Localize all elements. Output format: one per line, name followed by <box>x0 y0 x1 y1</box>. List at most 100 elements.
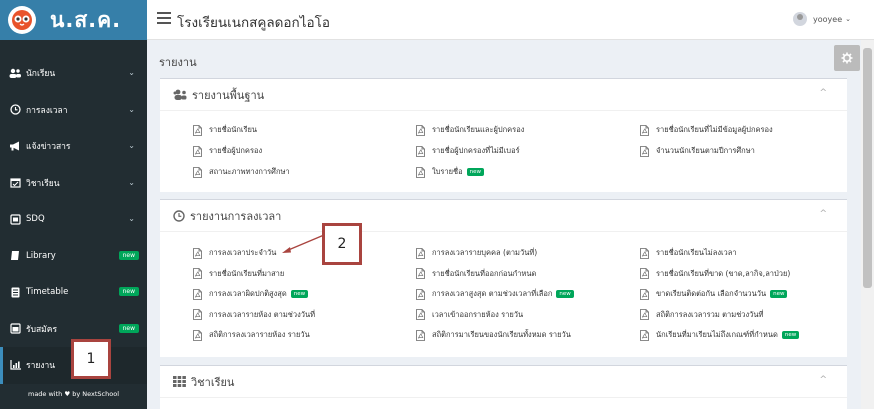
timetable-icon <box>9 286 21 298</box>
pdf-file-icon <box>193 124 202 136</box>
pdf-file-icon <box>640 309 649 320</box>
report-link-label: การลงเวลารายบุคคล (ตามวันที่) <box>432 248 538 257</box>
report-link[interactable]: จำนวนนักเรียนตามปีการศึกษา <box>640 145 755 157</box>
sidebar-item-label: แจ้งข่าวสาร <box>26 142 71 153</box>
sidebar-item-label: การลงเวลา <box>26 105 68 116</box>
page-title: รายงาน <box>159 56 197 69</box>
owl-logo-icon <box>8 6 36 34</box>
report-link-label: รายชื่อนักเรียนและผู้ปกครอง <box>432 125 525 134</box>
report-link[interactable]: ขาดเรียนติดต่อกัน เลือกจำนวนวัน new <box>640 288 788 300</box>
bullhorn-icon <box>9 140 21 152</box>
sidebar-item-subjects[interactable]: วิชาเรียน ⌄ <box>0 165 147 202</box>
collapse-icon[interactable]: ^ <box>819 375 827 385</box>
report-link[interactable]: รายชื่อผู้ปกครอง <box>193 145 262 157</box>
section-header[interactable]: รายงานการลงเวลา ^ <box>160 200 847 232</box>
report-link-label: รายชื่อนักเรียนไม่ลงเวลา <box>656 248 737 257</box>
sidebar-item-label: รายงาน <box>26 361 56 372</box>
collapse-icon[interactable]: ^ <box>819 209 827 219</box>
pdf-file-icon <box>640 288 649 300</box>
report-link-label: สถานะภาพทางการศึกษา <box>209 167 290 176</box>
report-link-label: การลงเวลาประจำวัน <box>209 248 277 257</box>
section-header[interactable]: รายงานพื้นฐาน ^ <box>160 79 847 111</box>
users-icon <box>173 89 187 100</box>
pdf-file-icon <box>416 309 425 320</box>
new-badge: new <box>290 290 309 298</box>
report-link[interactable]: รายชื่อนักเรียนที่มาสาย <box>193 268 284 280</box>
pdf-file-icon <box>416 145 425 157</box>
pdf-file-icon <box>640 247 649 259</box>
report-link[interactable]: รายชื่อนักเรียน <box>193 124 257 136</box>
sidebar-item-students[interactable]: นักเรียน ⌄ <box>0 55 147 92</box>
sidebar-item-library[interactable]: Library new <box>0 238 147 275</box>
new-badge: new <box>118 323 139 333</box>
report-link[interactable]: เวลาเข้าออกรายห้อง รายวัน <box>416 309 523 321</box>
school-name: โรงเรียนเนกสคูลดอกไอโอ <box>177 15 330 31</box>
report-link-label: สถิติการมาเรียนของนักเรียนทั้งหมด รายวัน <box>432 330 571 339</box>
pdf-file-icon <box>416 329 425 341</box>
sidebar-item-label: Timetable <box>26 287 69 298</box>
report-link[interactable]: การลงเวลารายบุคคล (ตามวันที่) <box>416 247 537 259</box>
new-badge: new <box>118 287 139 296</box>
report-link[interactable]: รายชื่อนักเรียนที่ไม่มีข้อมูลผู้ปกครอง <box>640 124 773 136</box>
callout-arrow <box>282 234 325 253</box>
report-link-label: รายชื่อนักเรียนที่มาสาย <box>209 268 285 278</box>
subjects-reports-box: วิชาเรียน ^ <box>160 365 847 409</box>
calendar-icon <box>9 177 21 189</box>
report-link[interactable]: การลงเวลาผิดปกติสูงสุด new <box>193 288 309 300</box>
report-link-label: รายชื่อนักเรียนที่ไม่มีข้อมูลผู้ปกครอง <box>656 125 773 134</box>
report-link-label: ใบรายชื่อ <box>432 167 463 176</box>
sidebar-item-sdq[interactable]: SDQ ⌄ <box>0 201 147 238</box>
pdf-file-icon <box>640 124 649 136</box>
hamburger-menu-icon[interactable] <box>157 12 171 27</box>
pdf-file-icon <box>193 247 202 259</box>
scrollbar-thumb[interactable] <box>863 48 872 288</box>
pdf-file-icon <box>640 329 649 341</box>
pdf-file-icon <box>193 268 202 279</box>
report-link[interactable]: รายชื่อผู้ปกครองที่ไม่มีเบอร์ <box>416 145 520 157</box>
report-link[interactable]: ใบรายชื่อ new <box>416 166 485 178</box>
section-title: วิชาเรียน <box>191 375 235 389</box>
sidebar-item-announcements[interactable]: แจ้งข่าวสาร ⌄ <box>0 128 147 165</box>
clock-icon <box>9 104 21 116</box>
report-link[interactable]: การลงเวลาประจำวัน <box>193 247 276 259</box>
report-link[interactable]: สถิติการมาเรียนของนักเรียนทั้งหมด รายวัน <box>416 329 571 341</box>
pdf-file-icon <box>193 166 202 178</box>
logo[interactable]: น.ส.ค. <box>0 0 147 40</box>
report-link-label: เวลาเข้าออกรายห้อง รายวัน <box>432 309 524 319</box>
report-link[interactable]: รายชื่อนักเรียนไม่ลงเวลา <box>640 247 737 259</box>
callout-1: 1 <box>71 339 111 379</box>
pdf-file-icon <box>416 166 425 178</box>
report-link[interactable]: สถานะภาพทางการศึกษา <box>193 166 290 178</box>
report-link[interactable]: การลงเวลารายห้อง ตามช่วงวันที่ <box>193 309 315 321</box>
report-link[interactable]: รายชื่อนักเรียนที่ออกก่อนกำหนด <box>416 268 536 280</box>
sidebar-item-timetable[interactable]: Timetable new <box>0 274 147 311</box>
section-header[interactable]: วิชาเรียน ^ <box>160 366 847 398</box>
inbox-icon <box>9 323 21 335</box>
section-title: รายงานพื้นฐาน <box>192 88 265 102</box>
report-link-label: นักเรียนที่มาเรียนไม่ถึงเกณฑ์ที่กำหนด <box>656 330 778 339</box>
report-link[interactable]: รายชื่อนักเรียนที่ขาด (ขาด,ลากิจ,ลาป่วย) <box>640 268 790 280</box>
report-link[interactable]: การลงเวลาสูงสุด ตามช่วงเวลาที่เลือก new <box>416 288 574 300</box>
report-link-label: สถิติการลงเวลารายห้อง รายวัน <box>209 330 310 339</box>
new-badge: new <box>770 290 788 298</box>
pdf-file-icon <box>193 145 202 157</box>
chevron-down-icon: ⌄ <box>128 104 135 114</box>
report-link-label: สถิติการลงเวลารวม ตามช่วงวันที่ <box>656 309 764 319</box>
report-link-label: การลงเวลารายห้อง ตามช่วงวันที่ <box>209 309 316 319</box>
gear-icon[interactable] <box>834 45 860 71</box>
report-link-label: รายชื่อนักเรียนที่ออกก่อนกำหนด <box>432 268 537 278</box>
form-icon <box>9 213 21 225</box>
report-link[interactable]: สถิติการลงเวลารายห้อง รายวัน <box>193 329 310 341</box>
report-link[interactable]: นักเรียนที่มาเรียนไม่ถึงเกณฑ์ที่กำหนด new <box>640 329 800 341</box>
collapse-icon[interactable]: ^ <box>819 88 827 98</box>
report-link[interactable]: สถิติการลงเวลารวม ตามช่วงวันที่ <box>640 309 763 321</box>
sidebar-item-attendance[interactable]: การลงเวลา ⌄ <box>0 92 147 129</box>
chevron-down-icon: ⌄ <box>845 15 851 23</box>
user-menu[interactable]: yooyee ⌄ <box>793 12 851 26</box>
report-link-label: จำนวนนักเรียนตามปีการศึกษา <box>656 146 755 155</box>
report-link-label: ขาดเรียนติดต่อกัน เลือกจำนวนวัน <box>656 289 767 298</box>
report-link[interactable]: รายชื่อนักเรียนและผู้ปกครอง <box>416 124 524 136</box>
pdf-file-icon <box>416 288 425 300</box>
report-link-label: รายชื่อนักเรียนที่ขาด (ขาด,ลากิจ,ลาป่วย) <box>656 268 791 278</box>
chevron-down-icon: ⌄ <box>128 68 135 77</box>
